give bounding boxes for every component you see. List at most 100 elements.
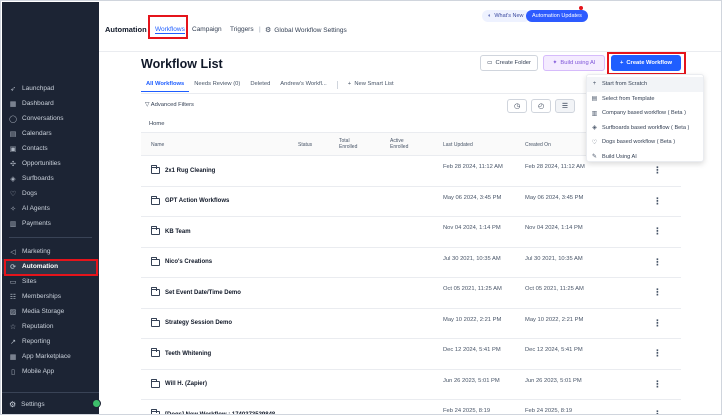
sidebar-item-label: Sites	[22, 278, 37, 285]
sidebar-item-app-marketplace[interactable]: ▦ App Marketplace	[2, 349, 99, 364]
tab-campaign[interactable]: Campaign	[192, 26, 222, 33]
tab-needs-review[interactable]: Needs Review (0)	[189, 81, 245, 92]
create-workflow-button[interactable]: + Create Workflow	[611, 55, 681, 71]
plus-icon: +	[619, 60, 624, 66]
table-row[interactable]: GPT Action Workflows May 06 2024, 3:45 PM…	[141, 187, 681, 217]
tab-divider: |	[259, 26, 261, 33]
menu-item-build-using-ai[interactable]: ✎ Build Using AI	[587, 150, 703, 165]
workflow-name-cell[interactable]: [Dogs] New Workflow : 1740373539848	[150, 409, 276, 415]
new-smart-list-button[interactable]: + New Smart List	[343, 81, 399, 92]
workflow-name-cell[interactable]: 2x1 Rug Cleaning	[150, 165, 215, 174]
clock-icon[interactable]: ◴	[531, 99, 551, 113]
automation-icon: ⟳	[10, 263, 16, 271]
created-on-cell: Dec 12 2024, 5:41 PM	[525, 347, 583, 353]
advanced-filters-button[interactable]: ▽ Advanced Filters	[145, 102, 194, 108]
sidebar-item-payments[interactable]: ▥ Payments	[2, 216, 99, 231]
workflow-name-cell[interactable]: KB Team	[150, 226, 191, 235]
sidebar-item-settings[interactable]: ⚙ Settings	[2, 392, 101, 414]
col-created-on: Created On	[525, 142, 551, 148]
sidebar-item-launchpad[interactable]: ➶ Launchpad	[2, 81, 99, 96]
tab-deleted[interactable]: Deleted	[245, 81, 275, 92]
sidebar-item-surfboards[interactable]: ◈ Surfboards	[2, 171, 99, 186]
menu-item-start-from-scratch[interactable]: + Start from Scratch	[587, 77, 703, 92]
dashboard-icon: ▦	[9, 100, 17, 108]
sidebar-item-memberships[interactable]: ☷ Memberships	[2, 289, 99, 304]
sidebar-item-calendars[interactable]: ▤ Calendars	[2, 126, 99, 141]
workflow-name-cell[interactable]: Strategy Session Demo	[150, 317, 232, 327]
last-updated-cell: Jun 26 2023, 5:01 PM	[443, 377, 500, 384]
table-row[interactable]: Set Event Date/Time Demo Oct 05 2021, 11:…	[141, 278, 681, 309]
surfboard-icon: ◈	[592, 125, 597, 132]
workflow-name-cell[interactable]: Teeth Whitening	[150, 348, 211, 357]
menu-item-surfboards-based-workflow-beta[interactable]: ◈ Surfboards based workflow ( Beta )	[587, 121, 703, 136]
more-options-icon[interactable]: ⋮	[653, 287, 662, 298]
more-options-icon[interactable]: ⋮	[653, 165, 662, 176]
col-total-enrolled: Total Enrolled	[339, 138, 358, 150]
sidebar-item-opportunities[interactable]: ✣ Opportunities	[2, 156, 99, 171]
sidebar-item-conversations[interactable]: ◯ Conversations	[2, 111, 99, 126]
opportunities-icon: ✣	[10, 160, 16, 168]
whats-new-label: What's New	[494, 13, 524, 19]
created-on-cell: Oct 05 2021, 11:25 AM	[525, 286, 584, 292]
sidebar-item-label: Launchpad	[22, 85, 55, 92]
whats-new-button[interactable]: ◐ What's New	[482, 10, 530, 22]
tab-andrews-workflows[interactable]: Andrew's Workfl...	[275, 81, 331, 92]
menu-item-company-based-workflow-beta[interactable]: ▥ Company based workflow ( Beta )	[587, 106, 703, 121]
sidebar-item-label: Memberships	[22, 293, 62, 300]
created-on-cell: Feb 24 2025, 8:19	[525, 408, 573, 414]
sidebar-item-label: Reputation	[22, 323, 54, 330]
sidebar-item-automation[interactable]: ⟳ Automation	[2, 259, 99, 274]
notification-dot	[579, 6, 583, 10]
sidebar-item-dogs[interactable]: ♡ Dogs	[2, 186, 99, 201]
history-icon[interactable]: ◷	[507, 99, 527, 113]
more-options-icon[interactable]: ⋮	[653, 257, 662, 268]
sidebar-item-ai-agents[interactable]: ✧ AI Agents	[2, 201, 99, 216]
sidebar-item-reputation[interactable]: ☆ Reputation	[2, 319, 99, 334]
workflow-name-cell[interactable]: GPT Action Workflows	[150, 195, 229, 205]
folder-icon	[150, 348, 160, 357]
tab-global-settings[interactable]: ⚙ Global Workflow Settings	[265, 26, 347, 34]
table-row[interactable]: KB Team Nov 04 2024, 1:14 PM Nov 04 2024, …	[141, 217, 681, 248]
workflow-name-cell[interactable]: Set Event Date/Time Demo	[150, 287, 241, 296]
sidebar-item-dashboard[interactable]: ▦ Dashboard	[2, 96, 99, 111]
tab-triggers[interactable]: Triggers	[230, 26, 254, 33]
sidebar-item-contacts[interactable]: ▣ Contacts	[2, 141, 99, 156]
workflow-name-cell[interactable]: Will H. (Zapier)	[150, 378, 207, 388]
table-row[interactable]: Teeth Whitening Dec 12 2024, 5:41 PM Dec 1…	[141, 339, 681, 370]
breadcrumb[interactable]: Home	[149, 121, 164, 127]
workflow-name-cell[interactable]: Nico's Creations	[150, 256, 212, 266]
sidebar-item-reporting[interactable]: ↗ Reporting	[2, 334, 99, 349]
media-icon: ▨	[9, 308, 17, 316]
sidebar-item-marketing[interactable]: ◁ Marketing	[2, 244, 99, 259]
list-view-icon[interactable]: ☰	[555, 99, 575, 113]
last-updated-cell: May 06 2024, 3:45 PM	[443, 194, 502, 201]
folder-icon	[150, 409, 160, 414]
menu-item-select-from-template[interactable]: ▤ Select from Template	[587, 92, 703, 107]
button-label: Create Workflow	[626, 60, 673, 66]
last-updated-cell: Oct 05 2021, 11:25 AM	[443, 286, 502, 292]
sidebar-item-sites[interactable]: ▭ Sites	[2, 274, 99, 289]
more-options-icon[interactable]: ⋮	[653, 409, 662, 414]
table-row[interactable]: Will H. (Zapier) Jun 26 2023, 5:01 PM Jun …	[141, 370, 681, 400]
table-row[interactable]: Nico's Creations Jul 30 2021, 10:35 AM Jul…	[141, 248, 681, 278]
menu-item-dogs-based-workflow-beta[interactable]: ♡ Dogs based workflow ( Beta )	[587, 135, 703, 150]
more-options-icon[interactable]: ⋮	[653, 348, 662, 359]
tab-workflows[interactable]: Workflows	[155, 26, 185, 34]
more-options-icon[interactable]: ⋮	[653, 379, 662, 390]
sidebar-item-mobile-app[interactable]: ▯ Mobile App	[2, 364, 99, 379]
tab-all-workflows[interactable]: All Workflows	[141, 81, 190, 92]
table-row[interactable]: [Dogs] New Workflow : 1740373539848 Feb 2…	[141, 400, 681, 415]
build-using-ai-button[interactable]: ✦ Build using AI	[543, 55, 605, 71]
button-label: Create Folder	[495, 60, 531, 66]
workflow-name: [Dogs] New Workflow : 1740373539848	[165, 411, 276, 415]
more-options-icon[interactable]: ⋮	[653, 226, 662, 237]
more-options-icon[interactable]: ⋮	[653, 196, 662, 207]
table-row[interactable]: Strategy Session Demo May 10 2022, 2:21 P…	[141, 309, 681, 339]
create-folder-button[interactable]: ▭ Create Folder	[480, 55, 538, 71]
sidebar-item-label: Surfboards	[22, 175, 54, 182]
more-options-icon[interactable]: ⋮	[653, 318, 662, 329]
sidebar-item-media-storage[interactable]: ▨ Media Storage	[2, 304, 99, 319]
automation-updates-button[interactable]: Automation Updates	[526, 10, 588, 22]
folder-icon	[150, 287, 160, 296]
plus-icon: +	[592, 81, 597, 88]
